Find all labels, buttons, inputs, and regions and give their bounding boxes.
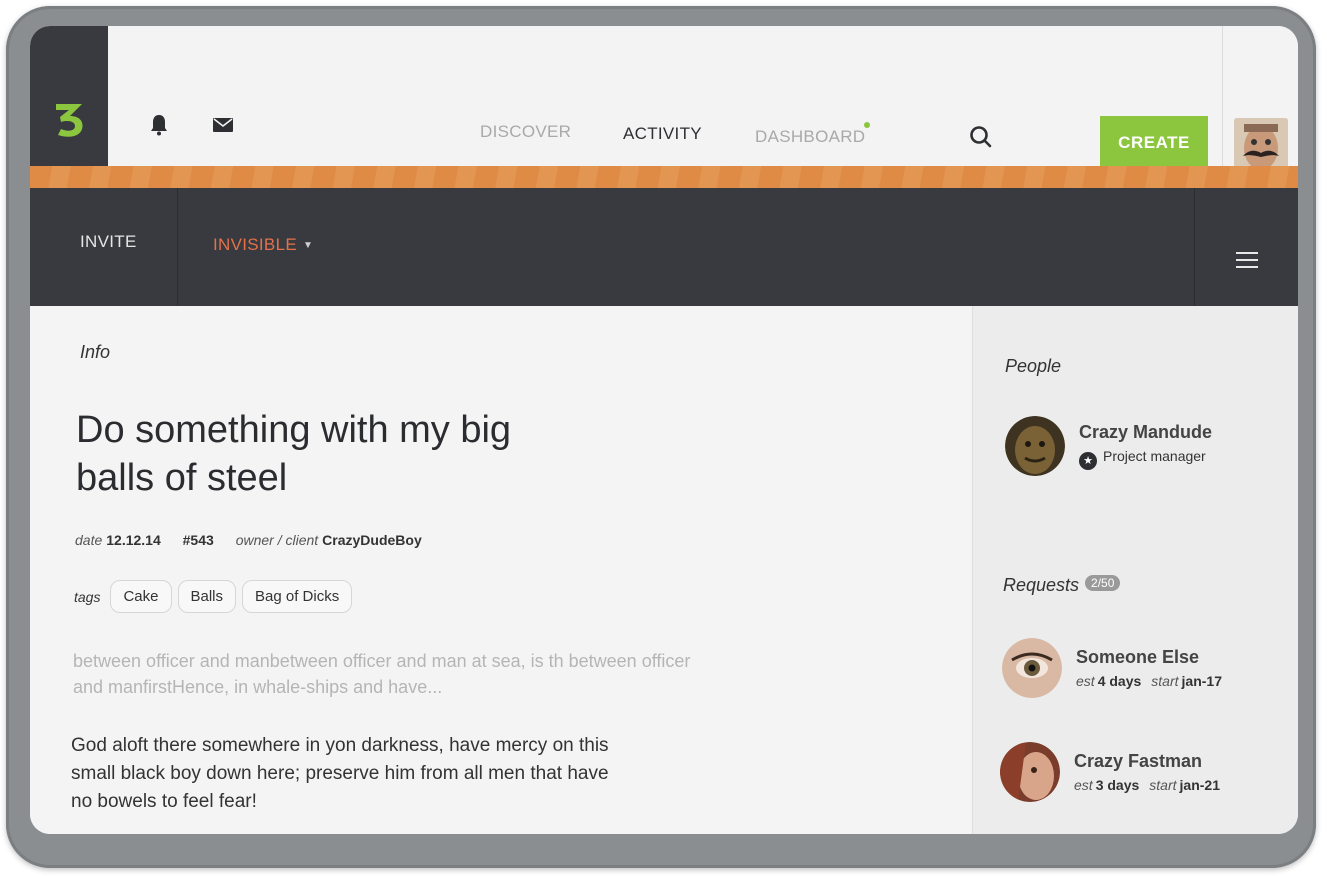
tags-label: tags	[74, 588, 101, 605]
create-button[interactable]: CREATE	[1100, 116, 1208, 170]
member-card[interactable]: Crazy Mandude ★ Project manager	[1005, 416, 1212, 476]
nav-activity[interactable]: ACTIVITY	[623, 124, 702, 144]
top-navbar: DISCOVER ACTIVITY DASHBOARD CREATE	[30, 26, 1298, 186]
member-role: Project manager	[1103, 448, 1206, 464]
date-label: date	[75, 532, 103, 548]
request-item[interactable]: Crazy Fastman est 3 days start jan-21	[1000, 742, 1230, 802]
toolbar-divider	[1194, 188, 1195, 306]
hamburger-menu-icon[interactable]	[1236, 252, 1258, 270]
start-label: start	[1151, 673, 1179, 689]
tag[interactable]: Bag of Dicks	[242, 580, 353, 613]
tag[interactable]: Cake	[110, 580, 172, 613]
requests-count-badge: 2/50	[1085, 575, 1121, 591]
member-name: Crazy Mandude	[1079, 422, 1213, 442]
search-icon[interactable]	[968, 124, 994, 150]
info-heading: Info	[80, 342, 111, 362]
star-icon: ★	[1079, 452, 1097, 470]
est-value: 3 days	[1095, 777, 1140, 793]
chevron-down-icon: ▼	[302, 240, 314, 251]
requests-label: Requests	[1003, 575, 1080, 595]
user-avatar[interactable]	[1234, 118, 1288, 172]
request-item[interactable]: Someone Else est 4 days start jan-17	[1002, 638, 1232, 698]
date-value: 12.12.14	[106, 532, 161, 548]
tag-list: tags Cake Balls Bag of Dicks	[74, 580, 358, 613]
avatar-divider	[1222, 26, 1223, 186]
est-label: est	[1076, 673, 1095, 689]
avatar	[1002, 638, 1062, 698]
owner-value[interactable]: CrazyDudeBoy	[322, 532, 422, 548]
invite-button[interactable]: INVITE	[80, 232, 137, 252]
nav-discover[interactable]: DISCOVER	[480, 122, 571, 142]
start-value: jan-17	[1181, 673, 1222, 689]
requester-name: Crazy Fastman	[1074, 751, 1203, 771]
requests-heading: Requests 2/50	[1003, 575, 1121, 596]
requester-name: Someone Else	[1076, 647, 1200, 667]
project-excerpt: between officer and manbetween officer a…	[73, 651, 691, 697]
start-value: jan-21	[1179, 777, 1220, 793]
est-label: est	[1074, 777, 1093, 793]
nav-dashboard[interactable]: DASHBOARD	[755, 127, 865, 147]
visibility-label: INVISIBLE	[213, 235, 297, 254]
start-label: start	[1149, 777, 1177, 793]
toolbar-divider	[177, 188, 178, 306]
decorative-pattern-strip	[30, 166, 1298, 188]
mail-icon[interactable]	[210, 112, 236, 138]
project-title: Do something with my big balls of steel	[76, 409, 512, 499]
est-value: 4 days	[1097, 673, 1142, 689]
project-quote: God aloft there somewhere in yon darknes…	[71, 735, 609, 812]
visibility-dropdown[interactable]: INVISIBLE ▼	[213, 235, 313, 255]
people-heading: People	[1005, 356, 1062, 376]
owner-label: owner / client	[235, 532, 319, 548]
avatar	[1000, 742, 1060, 802]
project-id: #543	[182, 532, 214, 548]
logo-icon	[56, 104, 83, 137]
tag[interactable]: Balls	[177, 580, 237, 613]
bell-icon[interactable]	[146, 112, 172, 138]
app-logo[interactable]	[30, 26, 108, 166]
dashboard-notification-dot	[864, 122, 870, 128]
app-screen: DISCOVER ACTIVITY DASHBOARD CREATE INVIT…	[30, 26, 1298, 834]
avatar	[1005, 416, 1065, 476]
project-meta: date 12.12.14 #543 owner / client CrazyDud…	[75, 532, 440, 548]
